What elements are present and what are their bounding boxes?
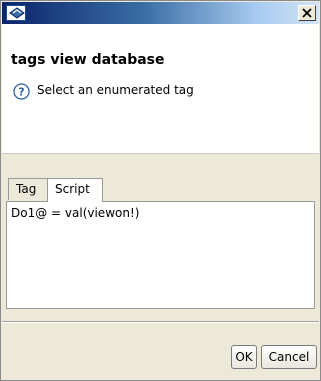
svg-text:?: ? [18,86,24,99]
page-title: tags view database [11,52,165,68]
dialog-window: tags view database ? Select an enumerate… [0,0,321,381]
header-message: Select an enumerated tag [37,83,194,97]
cancel-button[interactable]: Cancel [261,345,317,369]
tab-tag[interactable]: Tag [8,178,48,200]
help-icon: ? [13,83,30,100]
dialog-app-icon [6,5,26,21]
script-editor[interactable]: Do1@ = val(viewon!) [6,201,315,309]
separator [2,321,319,323]
dialog-header: tags view database ? Select an enumerate… [2,24,319,154]
close-icon [302,8,312,18]
tab-script[interactable]: Script [47,178,103,202]
ok-button[interactable]: OK [231,345,257,369]
close-button[interactable] [298,5,316,21]
title-bar[interactable] [2,2,319,24]
